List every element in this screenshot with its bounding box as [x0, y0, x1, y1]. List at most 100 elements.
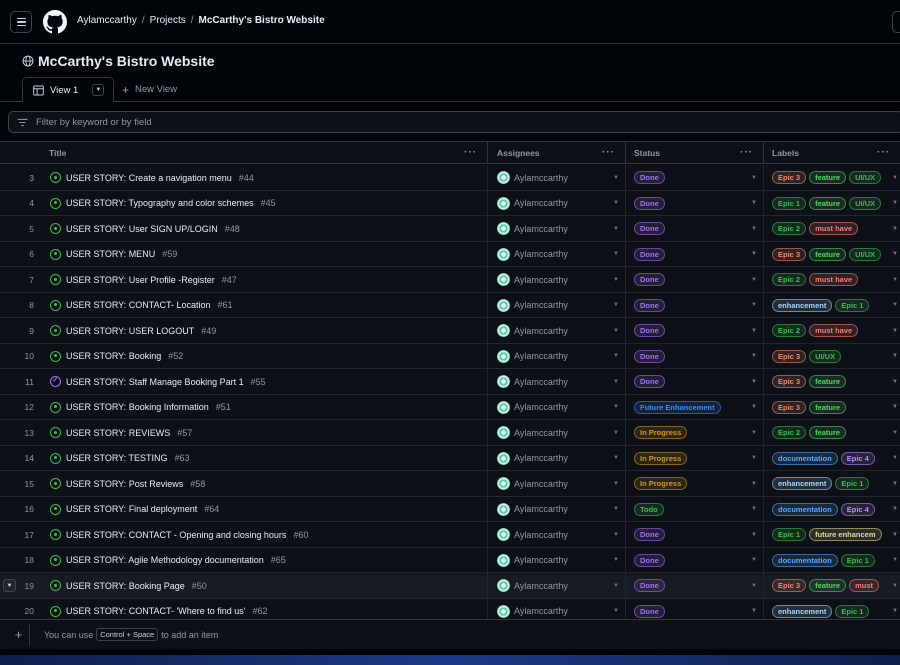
- table-row[interactable]: 12 USER STORY: Booking Information #51 Ayla…: [0, 394, 900, 420]
- chevron-down-icon[interactable]: ▼: [751, 430, 757, 436]
- assignees-cell[interactable]: Aylamccarthy ▼: [488, 241, 626, 267]
- title-cell[interactable]: USER STORY: Post Reviews #58: [40, 471, 488, 496]
- add-item-button[interactable]: +: [8, 623, 30, 646]
- title-cell[interactable]: USER STORY: CONTACT- Location #61: [40, 292, 488, 318]
- table-row[interactable]: 13 USER STORY: REVIEWS #57 Aylamccarthy ▼ In …: [0, 420, 900, 446]
- status-cell[interactable]: Done ▼: [626, 369, 764, 394]
- chevron-down-icon[interactable]: ▼: [892, 200, 898, 206]
- status-cell[interactable]: Done ▼: [626, 573, 764, 598]
- table-row[interactable]: 20 USER STORY: CONTACT- 'Where to find us…: [0, 598, 900, 620]
- labels-cell[interactable]: documentation Epic 4 ▼: [764, 446, 900, 471]
- assignees-cell[interactable]: Aylamccarthy ▼: [488, 292, 626, 318]
- chevron-down-icon[interactable]: ▼: [751, 353, 757, 359]
- issue-title[interactable]: USER STORY: CONTACT- Location: [66, 300, 211, 310]
- assignees-cell[interactable]: Aylamccarthy ▼: [488, 190, 626, 216]
- assignees-cell[interactable]: Aylamccarthy ▼: [488, 165, 626, 190]
- issue-title[interactable]: USER STORY: Create a navigation menu: [66, 173, 232, 183]
- title-cell[interactable]: USER STORY: Booking Information #51: [40, 394, 488, 420]
- title-cell[interactable]: USER STORY: CONTACT- 'Where to find us' #…: [40, 598, 488, 619]
- title-cell[interactable]: USER STORY: CONTACT - Opening and closin…: [40, 522, 488, 547]
- labels-cell[interactable]: enhancement Epic 1 ▼: [764, 599, 900, 620]
- chevron-down-icon[interactable]: ▼: [613, 608, 619, 614]
- title-cell[interactable]: USER STORY: Booking #52: [40, 343, 488, 369]
- assignees-cell[interactable]: Aylamccarthy ▼: [488, 598, 626, 619]
- labels-cell[interactable]: documentation Epic 1 ▼: [764, 548, 900, 573]
- status-cell[interactable]: Done ▼: [626, 522, 764, 547]
- column-header-labels[interactable]: Labels ···: [764, 142, 900, 164]
- chevron-down-icon[interactable]: ▼: [892, 379, 898, 385]
- status-cell[interactable]: In Progress ▼: [626, 445, 764, 471]
- title-cell[interactable]: USER STORY: Create a navigation menu #44: [40, 165, 488, 190]
- chevron-down-icon[interactable]: ▼: [751, 226, 757, 232]
- labels-cell[interactable]: enhancement Epic 1 ▼: [764, 293, 900, 318]
- table-row[interactable]: 4 USER STORY: Typography and color scheme…: [0, 190, 900, 216]
- assignees-cell[interactable]: Aylamccarthy ▼: [488, 445, 626, 471]
- status-cell[interactable]: Todo ▼: [626, 496, 764, 522]
- assignees-cell[interactable]: Aylamccarthy ▼: [488, 394, 626, 420]
- assignees-cell[interactable]: Aylamccarthy ▼: [488, 267, 626, 292]
- status-cell[interactable]: Done ▼: [626, 318, 764, 343]
- chevron-down-icon[interactable]: ▼: [613, 430, 619, 436]
- table-row[interactable]: 14 USER STORY: TESTING #63 Aylamccarthy ▼ In …: [0, 445, 900, 471]
- table-row[interactable]: 11 USER STORY: Staff Manage Booking Part …: [0, 369, 900, 395]
- issue-title[interactable]: USER STORY: Typography and color schemes: [66, 198, 254, 208]
- title-cell[interactable]: USER STORY: USER LOGOUT #49: [40, 318, 488, 343]
- chevron-down-icon[interactable]: ▼: [751, 379, 757, 385]
- breadcrumb-owner[interactable]: Aylamccarthy: [77, 15, 137, 26]
- column-header-status[interactable]: Status ···: [626, 142, 764, 164]
- labels-cell[interactable]: Epic 2 must have ▼: [764, 267, 900, 292]
- chevron-down-icon[interactable]: ▼: [751, 404, 757, 410]
- labels-cell[interactable]: Epic 1 feature UI/UX ▼: [764, 191, 900, 216]
- chevron-down-icon[interactable]: ▼: [751, 608, 757, 614]
- labels-cell[interactable]: enhancement Epic 1 ▼: [764, 471, 900, 496]
- chevron-down-icon[interactable]: ▼: [892, 328, 898, 334]
- title-cell[interactable]: USER STORY: Final deployment #64: [40, 496, 488, 522]
- column-header-title[interactable]: Title ···: [40, 142, 488, 164]
- table-row[interactable]: 3 USER STORY: Create a navigation menu #44…: [0, 165, 900, 191]
- title-cell[interactable]: USER STORY: Booking Page #50: [40, 573, 488, 598]
- chevron-down-icon[interactable]: ▼: [892, 251, 898, 257]
- title-cell[interactable]: USER STORY: Staff Manage Booking Part 1 #…: [40, 369, 488, 394]
- issue-title[interactable]: USER STORY: Booking Page: [66, 581, 185, 591]
- assignees-cell[interactable]: Aylamccarthy ▼: [488, 369, 626, 394]
- breadcrumb-projects[interactable]: Projects: [150, 15, 186, 26]
- new-view-button[interactable]: + New View: [122, 77, 177, 102]
- chevron-down-icon[interactable]: ▼: [613, 251, 619, 257]
- chevron-down-icon[interactable]: ▼: [751, 532, 757, 538]
- status-cell[interactable]: Done ▼: [626, 267, 764, 292]
- title-cell[interactable]: USER STORY: REVIEWS #57: [40, 420, 488, 445]
- status-cell[interactable]: Done ▼: [626, 241, 764, 267]
- title-cell[interactable]: USER STORY: User Profile -Register #47: [40, 267, 488, 292]
- chevron-down-icon[interactable]: ▼: [892, 557, 898, 563]
- chevron-down-icon[interactable]: ▼: [613, 226, 619, 232]
- column-options-icon[interactable]: ···: [877, 147, 890, 158]
- chevron-down-icon[interactable]: ▼: [613, 481, 619, 487]
- table-row[interactable]: 10 USER STORY: Booking #52 Aylamccarthy ▼ Don…: [0, 343, 900, 369]
- column-options-icon[interactable]: ···: [464, 147, 477, 158]
- labels-cell[interactable]: documentation Epic 4 ▼: [764, 497, 900, 522]
- status-cell[interactable]: Done ▼: [626, 547, 764, 573]
- table-row[interactable]: 8 USER STORY: CONTACT- Location #61 Aylamcc…: [0, 292, 900, 318]
- status-cell[interactable]: Done ▼: [626, 598, 764, 619]
- chevron-down-icon[interactable]: ▼: [613, 583, 619, 589]
- issue-title[interactable]: USER STORY: Agile Methodology documentat…: [66, 555, 264, 565]
- status-cell[interactable]: In Progress ▼: [626, 420, 764, 445]
- issue-title[interactable]: USER STORY: User SIGN UP/LOGIN: [66, 224, 218, 234]
- chevron-down-icon[interactable]: ▼: [613, 328, 619, 334]
- chevron-down-icon[interactable]: ▼: [613, 455, 619, 461]
- labels-cell[interactable]: Epic 2 must have ▼: [764, 318, 900, 343]
- assignees-cell[interactable]: Aylamccarthy ▼: [488, 420, 626, 445]
- assignees-cell[interactable]: Aylamccarthy ▼: [488, 216, 626, 241]
- chevron-down-icon[interactable]: ▼: [613, 200, 619, 206]
- chevron-down-icon[interactable]: ▼: [751, 302, 757, 308]
- chevron-down-icon[interactable]: ▼: [892, 302, 898, 308]
- chevron-down-icon[interactable]: ▼: [892, 175, 898, 181]
- status-cell[interactable]: Future Enhancement ▼: [626, 394, 764, 420]
- table-row[interactable]: 7 USER STORY: User Profile -Register #47 Ay…: [0, 267, 900, 293]
- assignees-cell[interactable]: Aylamccarthy ▼: [488, 496, 626, 522]
- labels-cell[interactable]: Epic 3 feature ▼: [764, 369, 900, 394]
- column-options-icon[interactable]: ···: [740, 147, 753, 158]
- issue-title[interactable]: USER STORY: USER LOGOUT: [66, 326, 194, 336]
- issue-title[interactable]: USER STORY: CONTACT - Opening and closin…: [66, 530, 286, 540]
- chevron-down-icon[interactable]: ▼: [613, 404, 619, 410]
